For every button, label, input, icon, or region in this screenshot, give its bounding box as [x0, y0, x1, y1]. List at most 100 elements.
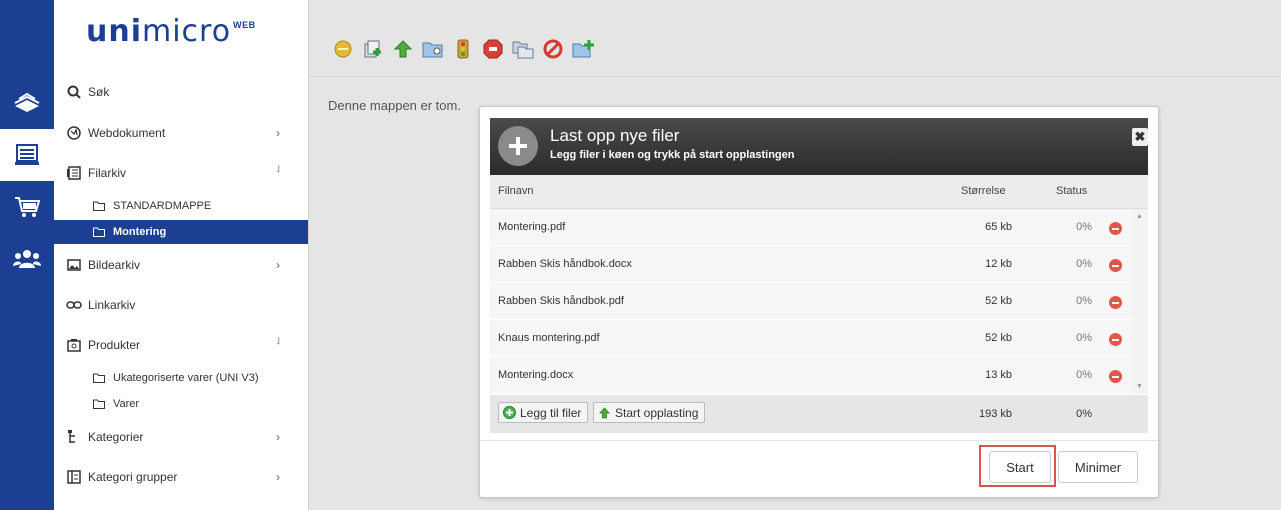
scroll-down-icon[interactable]: ▼: [1136, 383, 1143, 390]
archive-icon: [66, 165, 82, 181]
logo-uni: uni: [86, 14, 142, 49]
remove-file-icon[interactable]: [1109, 222, 1122, 235]
shopping-cart-icon[interactable]: [0, 181, 54, 233]
camera-box-icon: [66, 337, 82, 353]
table-row[interactable]: Rabben Skis håndbok.docx 12 kb 0%: [490, 246, 1132, 283]
traffic-light-icon[interactable]: [452, 38, 474, 60]
total-size: 193 kb: [978, 408, 1012, 420]
table-row[interactable]: Montering.docx 13 kb 0%: [490, 357, 1132, 394]
upload-arrow-icon: [598, 406, 611, 419]
chevron-right-icon[interactable]: ›: [276, 470, 280, 484]
upload-footer: Legg til filer Start opplasting 193 kb 0…: [490, 395, 1148, 433]
category-group-icon: [66, 469, 82, 485]
file-size: 52 kb: [985, 295, 1012, 307]
file-name: Montering.docx: [498, 369, 574, 381]
file-size: 13 kb: [985, 369, 1012, 381]
sidebar-item-produkter[interactable]: Produkter ˩: [54, 325, 308, 365]
close-icon[interactable]: ✖: [1132, 128, 1148, 146]
column-status[interactable]: Status: [1056, 185, 1087, 197]
sidebar-item-label: Linkarkiv: [88, 298, 136, 312]
empty-folder-message: Denne mappen er tom.: [328, 98, 461, 113]
sidebar-subitem-varer[interactable]: Varer: [54, 392, 308, 416]
file-status: 0%: [1076, 258, 1092, 270]
chevron-down-icon[interactable]: ˩: [276, 164, 280, 175]
file-name: Rabben Skis håndbok.docx: [498, 258, 632, 270]
column-filnavn[interactable]: Filnavn: [498, 185, 533, 197]
column-storrelse[interactable]: Størrelse: [961, 185, 1006, 197]
chevron-right-icon[interactable]: ›: [276, 430, 280, 444]
folder-icon: [93, 227, 105, 237]
remove-file-icon[interactable]: [1109, 370, 1122, 383]
table-row[interactable]: Rabben Skis håndbok.pdf 52 kb 0%: [490, 283, 1132, 320]
app-rail: [0, 0, 54, 510]
chevron-right-icon[interactable]: ›: [276, 126, 280, 140]
file-list-scrollbar[interactable]: ▲ ▼: [1132, 209, 1148, 394]
file-status: 0%: [1076, 295, 1092, 307]
sidebar-item-kategorier[interactable]: Kategorier ›: [54, 417, 308, 457]
move-folder-icon[interactable]: [512, 38, 534, 60]
upload-dialog: Last opp nye filer Legg filer i køen og …: [479, 106, 1159, 498]
folder-icon: [93, 373, 105, 383]
file-size: 12 kb: [985, 258, 1012, 270]
dialog-title: Last opp nye filer: [550, 126, 680, 145]
toolbar: [310, 0, 1281, 77]
start-upload-label: Start opplasting: [615, 405, 699, 420]
plus-icon: [498, 126, 538, 166]
file-table-header: Filnavn Størrelse Status: [490, 175, 1148, 209]
sidebar-subitem-standardmappe[interactable]: STANDARDMAPPE: [54, 194, 308, 218]
add-folder-icon[interactable]: [572, 38, 594, 60]
table-row[interactable]: Montering.pdf 65 kb 0%: [490, 209, 1132, 246]
upload-arrow-icon[interactable]: [392, 38, 414, 60]
sidebar-item-filarkiv[interactable]: Filarkiv ˩: [54, 153, 308, 193]
sidebar-subitem-label: STANDARDMAPPE: [113, 200, 212, 212]
file-status: 0%: [1076, 369, 1092, 381]
new-folder-icon[interactable]: [332, 38, 354, 60]
sidebar-item-label: Bildearkiv: [88, 258, 141, 272]
sidebar: unimicro WEB Søk Webdokument › Filarkiv …: [54, 0, 309, 510]
folder-settings-icon[interactable]: [422, 38, 444, 60]
document-list-icon[interactable]: [0, 129, 54, 181]
link-icon: [66, 297, 82, 313]
logo[interactable]: unimicro WEB: [86, 14, 256, 54]
sidebar-item-label: Webdokument: [88, 126, 166, 140]
sidebar-item-bildearkiv[interactable]: Bildearkiv ›: [54, 245, 308, 285]
start-button-highlight: [979, 445, 1056, 487]
file-status: 0%: [1076, 332, 1092, 344]
file-size: 65 kb: [985, 221, 1012, 233]
chevron-right-icon[interactable]: ›: [276, 258, 280, 272]
scroll-up-icon[interactable]: ▲: [1136, 213, 1143, 220]
dialog-header: Last opp nye filer Legg filer i køen og …: [490, 118, 1148, 175]
minimize-button[interactable]: Minimer: [1058, 451, 1138, 483]
remove-file-icon[interactable]: [1109, 333, 1122, 346]
search-icon: [66, 84, 82, 100]
sidebar-item-sok[interactable]: Søk: [54, 72, 308, 112]
sidebar-item-webdokument[interactable]: Webdokument ›: [54, 113, 308, 153]
add-files-icon[interactable]: [362, 38, 384, 60]
file-name: Rabben Skis håndbok.pdf: [498, 295, 624, 307]
tree-icon: [66, 429, 82, 445]
start-upload-button[interactable]: Start opplasting: [593, 402, 706, 423]
add-files-button[interactable]: Legg til filer: [498, 402, 589, 423]
file-size: 52 kb: [985, 332, 1012, 344]
table-row[interactable]: Knaus montering.pdf 52 kb 0%: [490, 320, 1132, 357]
sidebar-subitem-ukategoriserte[interactable]: Ukategoriserte varer (UNI V3): [54, 366, 308, 390]
content-stack-icon[interactable]: [0, 77, 54, 129]
file-name: Montering.pdf: [498, 221, 566, 233]
sidebar-item-linkarkiv[interactable]: Linkarkiv: [54, 285, 308, 325]
file-name: Knaus montering.pdf: [498, 332, 600, 344]
add-circle-icon: [503, 406, 516, 419]
sidebar-subitem-label: Varer: [113, 398, 140, 410]
users-icon[interactable]: [0, 233, 54, 285]
sidebar-item-kategori-grupper[interactable]: Kategori grupper ›: [54, 457, 308, 497]
sidebar-item-label: Produkter: [88, 338, 141, 352]
sidebar-item-label: Kategori grupper: [88, 470, 178, 484]
sidebar-subitem-montering[interactable]: Montering: [54, 220, 308, 244]
forbidden-icon[interactable]: [542, 38, 564, 60]
dialog-subtitle: Legg filer i køen og trykk på start oppl…: [550, 149, 795, 161]
remove-file-icon[interactable]: [1109, 296, 1122, 309]
total-status: 0%: [1076, 408, 1092, 420]
chevron-down-icon[interactable]: ˩: [276, 336, 280, 347]
logo-micro: micro: [142, 14, 232, 49]
stop-icon[interactable]: [482, 38, 504, 60]
remove-file-icon[interactable]: [1109, 259, 1122, 272]
